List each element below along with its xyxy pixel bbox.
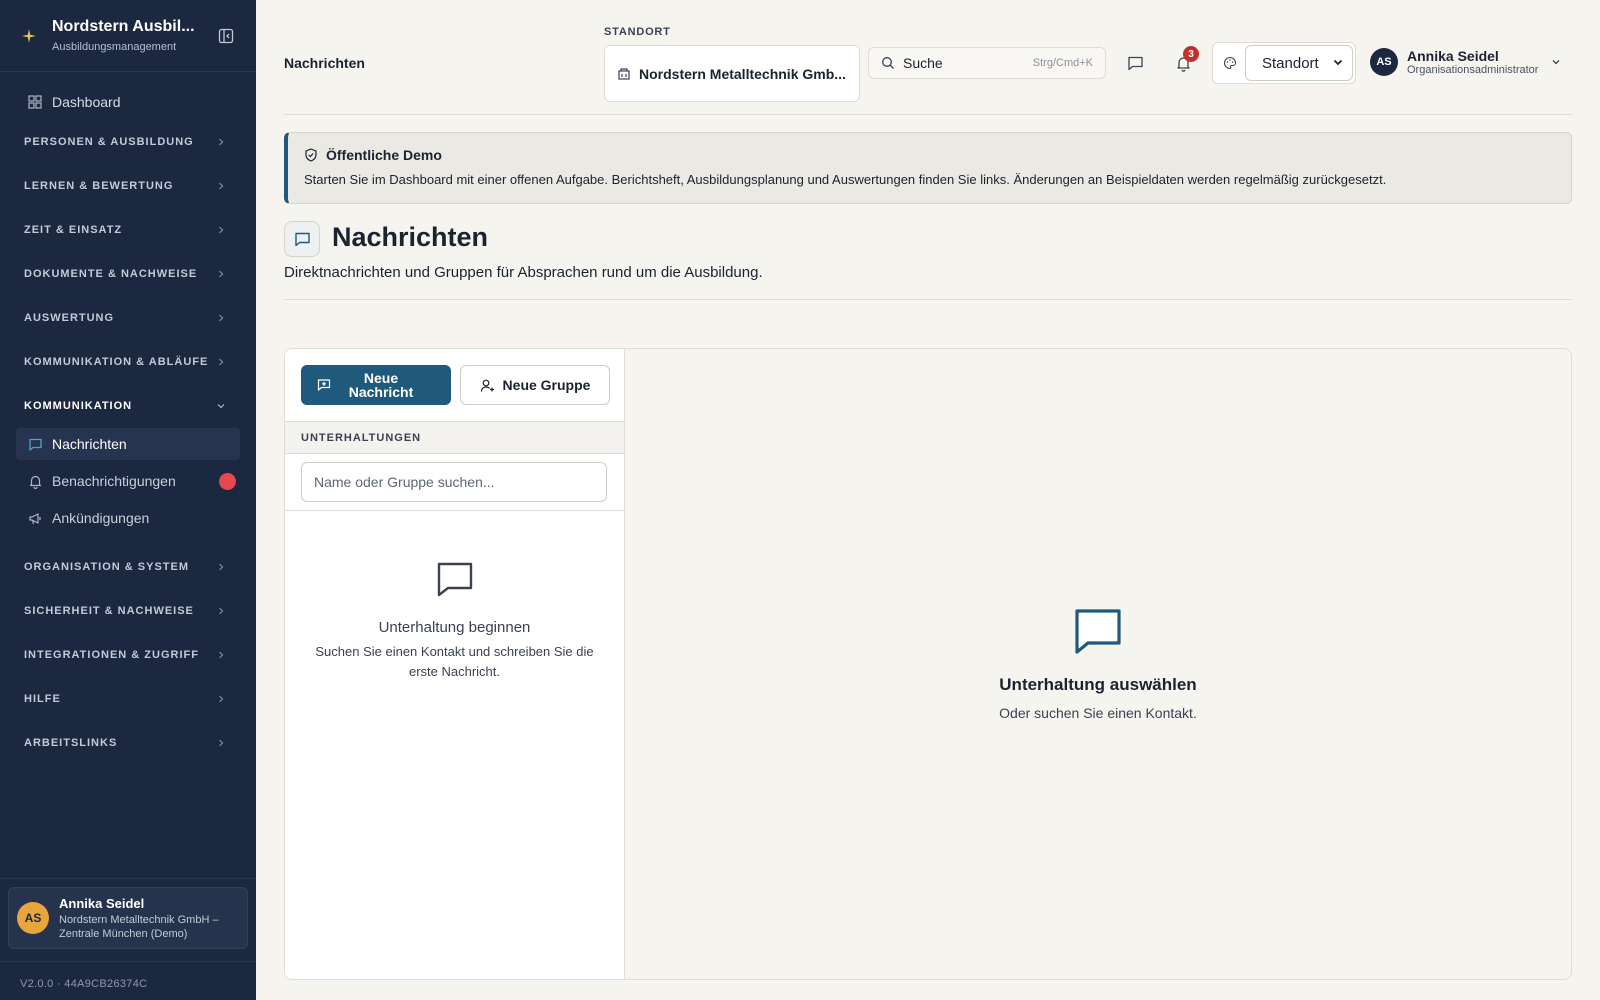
search-label: Suche	[903, 55, 943, 71]
empty-left-title: Unterhaltung beginnen	[378, 619, 531, 636]
sidebar-footer: AS Annika Seidel Nordstern Metalltechnik…	[0, 878, 256, 1000]
location-name: Nordstern Metalltechnik Gmb...	[639, 65, 846, 82]
sidebar-item-dashboard[interactable]: Dashboard	[16, 84, 240, 120]
notification-dot	[219, 473, 236, 490]
bell-icon	[28, 474, 43, 489]
notification-badge: 3	[1183, 46, 1199, 62]
sidebar-group-organisation[interactable]: ORGANISATION & SYSTEM	[16, 545, 240, 589]
palette-icon[interactable]	[1223, 56, 1237, 70]
chevron-right-icon	[216, 313, 226, 323]
sidebar-group-sicherheit[interactable]: SICHERHEIT & NACHWEISE	[16, 589, 240, 633]
demo-text: Starten Sie im Dashboard mit einer offen…	[304, 172, 1387, 187]
sidebar-groups-top: PERSONEN & AUSBILDUNG LERNEN & BEWERTUNG…	[16, 120, 240, 384]
location-picker[interactable]: Nordstern Metalltechnik Gmb...	[604, 45, 860, 102]
chevron-right-icon	[216, 650, 226, 660]
theme-standort-group: Standort	[1212, 42, 1356, 84]
building-icon	[617, 67, 631, 81]
sidebar-item-benachrichtigungen[interactable]: Benachrichtigungen	[16, 465, 240, 497]
dashboard-icon	[28, 95, 42, 109]
sidebar-group-lernen[interactable]: LERNEN & BEWERTUNG	[16, 164, 240, 208]
sidebar-group-dokumente[interactable]: DOKUMENTE & NACHWEISE	[16, 252, 240, 296]
message-plus-icon	[317, 378, 331, 392]
chevron-down-icon	[1332, 55, 1344, 72]
page-title: Nachrichten	[332, 222, 489, 252]
empty-right-title: Unterhaltung auswählen	[999, 675, 1197, 694]
standort-select[interactable]: Standort	[1245, 45, 1353, 81]
topbar: Nachrichten STANDORT Nordstern Metalltec…	[284, 0, 1572, 115]
user-organisation: Nordstern Metalltechnik GmbH – Zentrale …	[59, 913, 219, 940]
chat-icon	[28, 437, 43, 452]
sidebar-item-label: Nachrichten	[52, 436, 127, 452]
chevron-right-icon	[216, 694, 226, 704]
brand-subtitle: Ausbildungsmanagement	[52, 41, 177, 53]
sidebar-group-kommunikation-ablaeufe[interactable]: KOMMUNIKATION & ABLÄUFE	[16, 340, 240, 384]
conversations-header: UNTERHALTUNGEN	[285, 421, 624, 454]
shield-check-icon	[304, 148, 318, 162]
sidebar-group-kommunikation[interactable]: KOMMUNIKATION	[16, 384, 240, 428]
sidebar-group-integrationen[interactable]: INTEGRATIONEN & ZUGRIFF	[16, 633, 240, 677]
messages-panel: Neue Nachricht Neue Gruppe UNTERHALTUNGE…	[284, 348, 1572, 980]
chevron-right-icon	[216, 606, 226, 616]
search-shortcut: Strg/Cmd+K	[1032, 57, 1093, 69]
search-icon	[881, 56, 895, 70]
location-label: STANDORT	[604, 26, 671, 38]
sidebar-groups-bottom: ORGANISATION & SYSTEM SICHERHEIT & NACHW…	[16, 545, 240, 765]
empty-right-text: Oder suchen Sie einen Kontakt.	[999, 705, 1197, 721]
sidebar-item-label: Dashboard	[52, 94, 121, 110]
star-logo-icon	[20, 27, 38, 45]
empty-left-text: Suchen Sie einen Kontakt und schreiben S…	[315, 644, 594, 679]
chevron-right-icon	[216, 357, 226, 367]
version-label: V2.0.0 · 44A9CB26374C	[0, 961, 256, 1000]
sidebar-group-arbeitslinks[interactable]: ARBEITSLINKS	[16, 721, 240, 765]
sidebar-user-card[interactable]: AS Annika Seidel Nordstern Metalltechnik…	[8, 887, 248, 949]
avatar: AS	[17, 902, 49, 934]
conversation-search-input[interactable]	[301, 462, 607, 502]
page-chat-icon	[284, 221, 320, 257]
chevron-right-icon	[216, 181, 226, 191]
empty-conversations: Unterhaltung beginnen Suchen Sie einen K…	[285, 559, 624, 682]
page-subtitle: Direktnachrichten und Gruppen für Abspra…	[284, 264, 763, 281]
conversation-placeholder: Unterhaltung auswählen Oder suchen Sie e…	[625, 605, 1571, 721]
sidebar-collapse-icon[interactable]	[216, 26, 236, 46]
brand-title: Nordstern Ausbil...	[52, 18, 195, 35]
sidebar-group-personen[interactable]: PERSONEN & AUSBILDUNG	[16, 120, 240, 164]
brand: Nordstern Ausbil... Ausbildungsmanagemen…	[0, 0, 256, 72]
sidebar: Nordstern Ausbil... Ausbildungsmanagemen…	[0, 0, 256, 1000]
chat-bubble-icon	[1072, 605, 1124, 657]
sidebar-item-nachrichten[interactable]: Nachrichten	[16, 428, 240, 460]
user-name: Annika Seidel	[59, 895, 145, 911]
user-menu[interactable]: AS Annika Seidel Organisationsadministra…	[1370, 48, 1562, 76]
chevron-right-icon	[216, 269, 226, 279]
conversation-search-wrap	[285, 454, 624, 511]
sidebar-item-label: Benachrichtigungen	[52, 473, 176, 489]
breadcrumb: Nachrichten	[284, 55, 365, 71]
sidebar-group-zeit[interactable]: ZEIT & EINSATZ	[16, 208, 240, 252]
messages-icon[interactable]	[1124, 52, 1146, 74]
chat-icon	[435, 559, 475, 599]
chevron-right-icon	[216, 738, 226, 748]
demo-banner: Öffentliche Demo Starten Sie im Dashboar…	[284, 132, 1572, 204]
megaphone-icon	[28, 511, 43, 526]
user-plus-icon	[480, 378, 495, 393]
chevron-right-icon	[216, 562, 226, 572]
sidebar-group-auswertung[interactable]: AUSWERTUNG	[16, 296, 240, 340]
divider	[284, 299, 1572, 300]
conversation-list: Neue Nachricht Neue Gruppe UNTERHALTUNGE…	[285, 349, 625, 979]
global-search[interactable]: Suche Strg/Cmd+K	[868, 47, 1106, 79]
chevron-down-icon	[1550, 56, 1562, 68]
new-group-button[interactable]: Neue Gruppe	[460, 365, 610, 405]
chevron-right-icon	[216, 225, 226, 235]
demo-title: Öffentliche Demo	[326, 147, 442, 163]
sidebar-nav: Dashboard PERSONEN & AUSBILDUNG LERNEN &…	[0, 72, 256, 765]
sidebar-item-ankuendigungen[interactable]: Ankündigungen	[16, 502, 240, 534]
chevron-right-icon	[216, 137, 226, 147]
sidebar-item-label: Ankündigungen	[52, 510, 150, 526]
new-message-button[interactable]: Neue Nachricht	[301, 365, 451, 405]
chevron-down-icon	[216, 401, 226, 411]
avatar: AS	[1370, 48, 1398, 76]
user-name: Annika Seidel	[1407, 48, 1499, 64]
user-role: Organisationsadministrator	[1407, 64, 1539, 76]
sidebar-group-hilfe[interactable]: HILFE	[16, 677, 240, 721]
